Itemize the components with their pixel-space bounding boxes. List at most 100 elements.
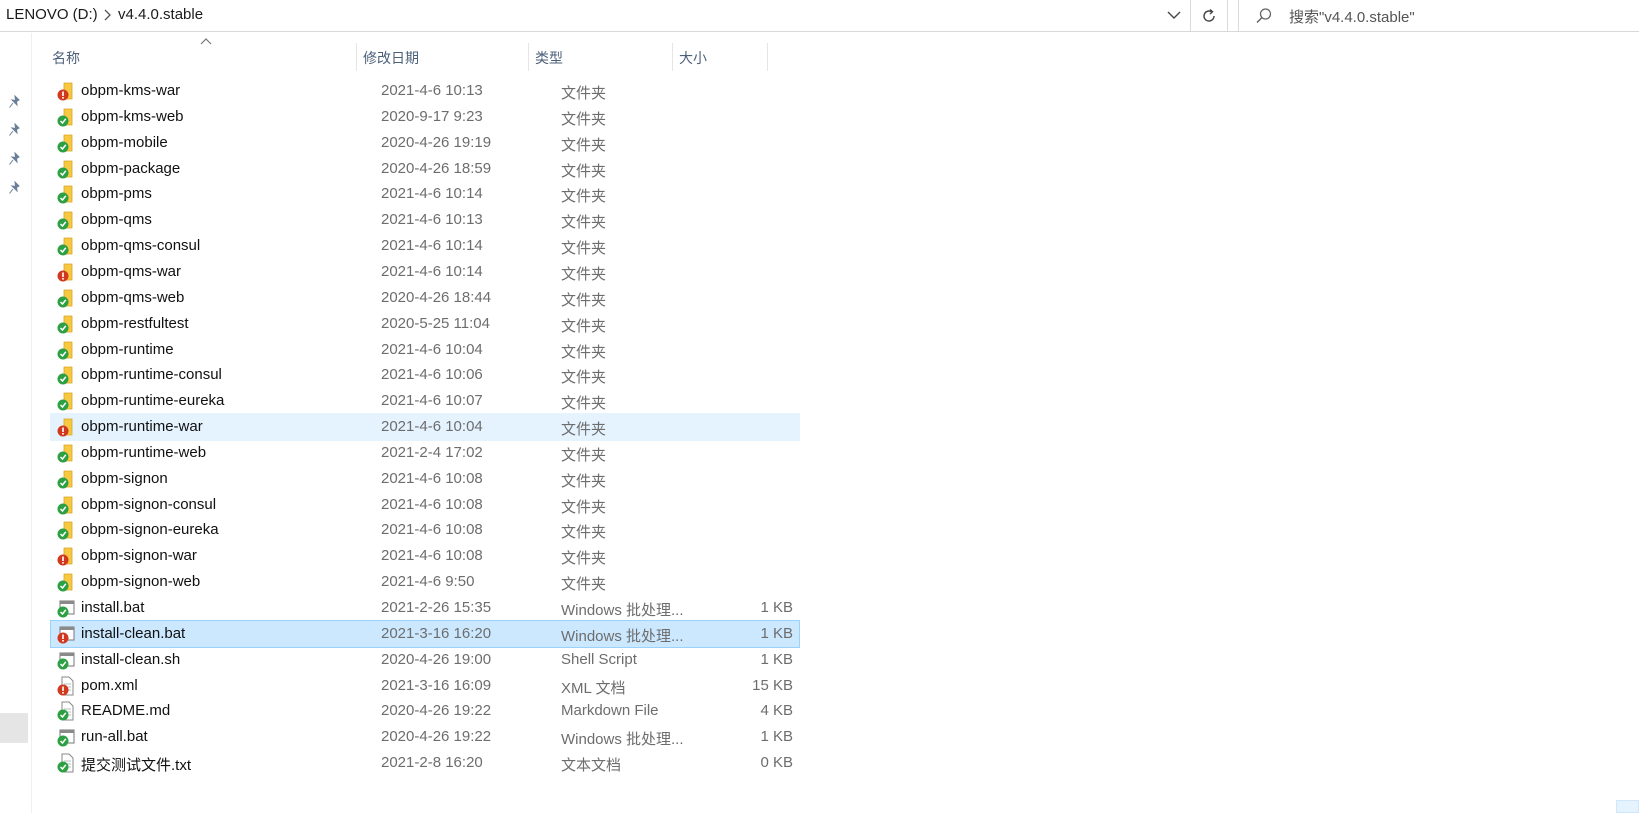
file-type: Shell Script bbox=[561, 650, 637, 668]
file-row[interactable]: install.bat 2021-2-26 15:35 Windows 批处理...… bbox=[50, 594, 800, 622]
folder-icon bbox=[57, 547, 73, 566]
file-size: 1 KB bbox=[760, 599, 793, 616]
column-divider[interactable] bbox=[356, 43, 357, 71]
search-box[interactable]: 搜索"v4.4.0.stable" bbox=[1238, 0, 1639, 32]
file-name: obpm-restfultest bbox=[81, 314, 189, 332]
folder-icon bbox=[57, 366, 73, 385]
file-size: 1 KB bbox=[760, 624, 793, 642]
file-date: 2021-4-6 10:07 bbox=[381, 392, 483, 410]
file-name: pom.xml bbox=[81, 676, 138, 694]
scrollbar-thumb[interactable] bbox=[1616, 800, 1639, 813]
file-row[interactable]: obpm-runtime-consul 2021-4-6 10:06 文件夹 bbox=[50, 361, 800, 389]
file-type: 文件夹 bbox=[561, 110, 607, 128]
file-name: run-all.bat bbox=[81, 728, 148, 746]
file-row[interactable]: obpm-runtime-war 2021-4-6 10:04 文件夹 bbox=[50, 413, 800, 442]
file-name: obpm-kms-war bbox=[81, 82, 181, 99]
file-row[interactable]: obpm-signon-war 2021-4-6 10:08 文件夹 bbox=[50, 542, 800, 570]
file-row[interactable]: obpm-runtime-eureka 2021-4-6 10:07 文件夹 bbox=[50, 387, 800, 415]
file-type: 文件夹 bbox=[561, 291, 607, 309]
file-type: Windows 批处理... bbox=[561, 731, 684, 749]
file-date: 2021-4-6 10:13 bbox=[381, 82, 483, 99]
file-date: 2021-4-6 10:14 bbox=[381, 237, 483, 255]
file-name: obpm-signon-consul bbox=[81, 495, 217, 513]
file-row[interactable]: obpm-restfultest 2020-5-25 11:04 文件夹 bbox=[50, 310, 800, 338]
file-name: obpm-mobile bbox=[81, 133, 168, 151]
folder-icon bbox=[57, 522, 73, 540]
column-header-date[interactable]: 修改日期 bbox=[363, 48, 419, 68]
file-type: 文件夹 bbox=[561, 265, 607, 283]
folder-icon bbox=[57, 496, 73, 515]
folder-icon bbox=[57, 315, 73, 334]
file-type: 文件夹 bbox=[561, 343, 607, 361]
refresh-icon bbox=[1203, 8, 1215, 22]
file-name: obpm-runtime-web bbox=[81, 443, 207, 461]
address-bar[interactable]: LENOVO (D:) v4.4.0.stable bbox=[0, 0, 1238, 32]
breadcrumb-drive[interactable]: LENOVO (D:) bbox=[6, 6, 98, 23]
file-row[interactable]: obpm-kms-web 2020-9-17 9:23 文件夹 bbox=[50, 103, 800, 131]
file-row[interactable]: obpm-mobile 2020-4-26 19:19 文件夹 bbox=[50, 129, 800, 157]
file-name: obpm-signon-war bbox=[81, 547, 197, 565]
file-row[interactable]: obpm-signon 2021-4-6 10:08 文件夹 bbox=[50, 465, 800, 493]
file-row[interactable]: 提交测试文件.txt 2021-2-8 16:20 文本文档 0 KB bbox=[50, 749, 800, 777]
file-row[interactable]: obpm-runtime-web 2021-2-4 17:02 文件夹 bbox=[50, 439, 800, 467]
file-row[interactable]: obpm-qms-web 2020-4-26 18:44 文件夹 bbox=[50, 284, 800, 312]
file-date: 2020-5-25 11:04 bbox=[381, 314, 490, 332]
toolbar: LENOVO (D:) v4.4.0.stable 搜索"v4.4.0.stab… bbox=[0, 0, 1639, 33]
file-row[interactable]: install-clean.bat 2021-3-16 16:20 Windows … bbox=[50, 619, 800, 648]
file-name: 提交测试文件.txt bbox=[81, 757, 192, 775]
column-header-type[interactable]: 类型 bbox=[535, 48, 563, 68]
file-row[interactable]: obpm-package 2020-4-26 18:59 文件夹 bbox=[50, 155, 800, 183]
file-row[interactable]: README.md 2020-4-26 19:22 Markdown File 4 K… bbox=[50, 697, 800, 725]
file-row[interactable]: install-clean.sh 2020-4-26 19:00 Shell Scr… bbox=[50, 646, 800, 674]
file-name: obpm-runtime bbox=[81, 340, 174, 358]
file-row[interactable]: obpm-signon-eureka 2021-4-6 10:08 文件夹 bbox=[50, 516, 800, 544]
file-name: obpm-runtime-eureka bbox=[81, 392, 225, 410]
file-row[interactable]: obpm-pms 2021-4-6 10:14 文件夹 bbox=[50, 180, 800, 208]
pin-icon[interactable] bbox=[8, 123, 22, 137]
refresh-button[interactable] bbox=[1190, 0, 1228, 31]
file-icon bbox=[57, 676, 74, 696]
file-type: 文件夹 bbox=[561, 446, 607, 464]
breadcrumb-folder[interactable]: v4.4.0.stable bbox=[118, 6, 203, 23]
search-input[interactable]: 搜索"v4.4.0.stable" bbox=[1289, 6, 1415, 27]
folder-icon bbox=[57, 263, 73, 282]
column-header-size[interactable]: 大小 bbox=[679, 48, 707, 68]
file-row[interactable]: pom.xml 2021-3-16 16:09 XML 文档 15 KB bbox=[50, 672, 800, 700]
file-row[interactable]: obpm-qms-consul 2021-4-6 10:14 文件夹 bbox=[50, 232, 800, 260]
file-row[interactable]: obpm-signon-web 2021-4-6 9:50 文件夹 bbox=[50, 568, 800, 596]
column-header-name[interactable]: 名称 bbox=[52, 48, 80, 68]
folder-icon bbox=[57, 211, 73, 230]
file-type: Windows 批处理... bbox=[561, 602, 684, 619]
chevron-right-icon[interactable] bbox=[103, 5, 113, 28]
column-divider[interactable] bbox=[767, 43, 768, 71]
pin-icon[interactable] bbox=[8, 181, 22, 195]
file-date: 2020-4-26 19:00 bbox=[381, 650, 492, 668]
file-date: 2021-2-8 16:20 bbox=[381, 754, 483, 772]
file-date: 2020-4-26 18:44 bbox=[381, 288, 492, 306]
folder-icon bbox=[57, 185, 73, 204]
file-date: 2021-3-16 16:20 bbox=[381, 624, 492, 642]
file-row[interactable]: obpm-runtime 2021-4-6 10:04 文件夹 bbox=[50, 336, 800, 364]
file-row[interactable]: obpm-qms-war 2021-4-6 10:14 文件夹 bbox=[50, 258, 800, 286]
file-date: 2021-4-6 10:06 bbox=[381, 366, 483, 384]
file-row[interactable]: obpm-kms-war 2021-4-6 10:13 文件夹 bbox=[50, 77, 800, 105]
file-date: 2021-2-26 15:35 bbox=[381, 599, 492, 616]
file-name: install.bat bbox=[81, 599, 145, 616]
folder-icon bbox=[57, 237, 73, 256]
pin-icon[interactable] bbox=[8, 95, 22, 109]
pin-icon[interactable] bbox=[8, 152, 22, 166]
file-date: 2021-4-6 10:14 bbox=[381, 185, 483, 203]
nav-selected-item[interactable] bbox=[0, 713, 28, 743]
column-divider[interactable] bbox=[672, 43, 673, 71]
file-row[interactable]: obpm-signon-consul 2021-4-6 10:08 文件夹 bbox=[50, 491, 800, 519]
folder-icon bbox=[57, 289, 73, 308]
file-row[interactable]: obpm-qms 2021-4-6 10:13 文件夹 bbox=[50, 206, 800, 234]
column-divider[interactable] bbox=[528, 43, 529, 71]
file-name: obpm-signon-web bbox=[81, 573, 201, 591]
file-icon bbox=[57, 753, 74, 773]
file-date: 2021-3-16 16:09 bbox=[381, 676, 492, 694]
file-row[interactable]: run-all.bat 2020-4-26 19:22 Windows 批处理...… bbox=[50, 723, 800, 751]
file-type: 文件夹 bbox=[561, 524, 607, 542]
file-size: 4 KB bbox=[760, 702, 793, 720]
file-date: 2021-4-6 10:08 bbox=[381, 521, 483, 539]
